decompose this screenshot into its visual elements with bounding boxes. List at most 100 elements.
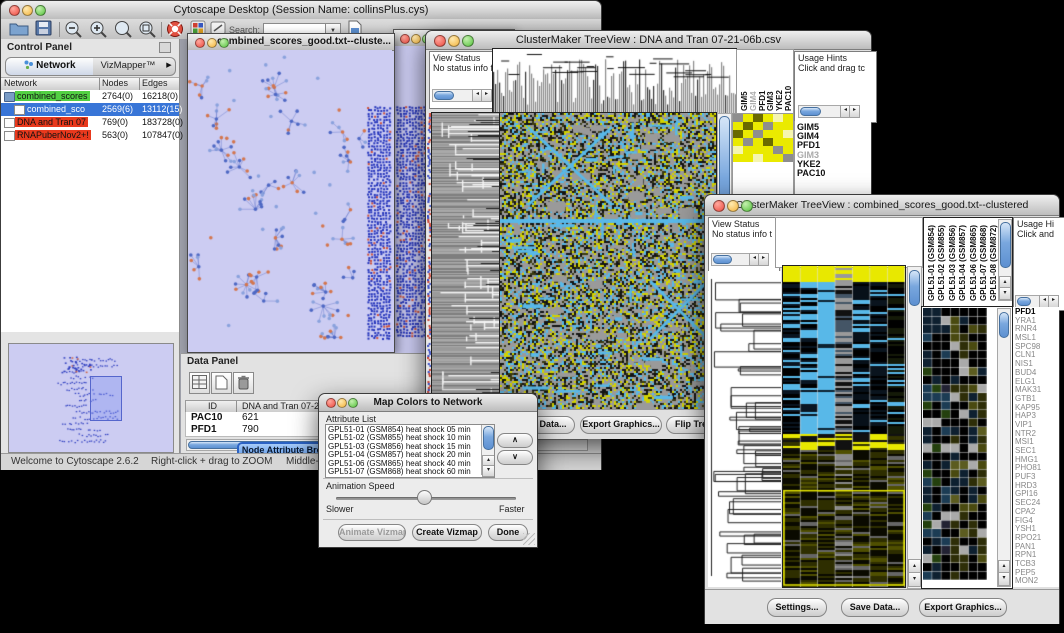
zoom-fit-icon[interactable]	[114, 20, 136, 39]
column-label[interactable]: GIM5	[741, 55, 750, 111]
list-vertical-scrollbar[interactable]: ▴ ▾	[481, 425, 494, 475]
column-label[interactable]: GPL51-08 (GSM872)	[989, 217, 999, 301]
column-dendrogram[interactable]	[493, 49, 736, 113]
correlation-cell[interactable]	[763, 130, 773, 138]
scroll-right-button[interactable]: ▸	[758, 253, 769, 266]
column-label[interactable]: GPL51-03 (GSM856)	[948, 217, 958, 301]
global-heatmap[interactable]	[500, 113, 716, 409]
view-status-scrollbar[interactable]	[711, 253, 751, 266]
correlation-cell[interactable]	[753, 114, 763, 122]
correlation-cell[interactable]	[753, 122, 763, 130]
column-label[interactable]: GPL51-06 (GSM865)	[969, 217, 979, 301]
correlation-cell[interactable]	[743, 122, 753, 130]
correlation-cell[interactable]	[783, 138, 793, 146]
correlation-cell[interactable]	[733, 146, 743, 154]
float-panel-icon[interactable]	[159, 42, 171, 53]
settings-button[interactable]: Settings...	[767, 598, 827, 617]
help-icon[interactable]	[166, 20, 188, 39]
correlation-cell[interactable]	[733, 130, 743, 138]
column-header[interactable]: Network	[4, 78, 37, 88]
correlation-cell[interactable]	[733, 154, 743, 162]
correlation-cell[interactable]	[763, 122, 773, 130]
column-header[interactable]: Edges	[142, 78, 168, 88]
save-session-button[interactable]	[35, 20, 57, 39]
gene-label[interactable]: PAC10	[797, 169, 871, 178]
scrollbar-thumb[interactable]	[434, 91, 454, 100]
column-label[interactable]: GPL51-02 (GSM855)	[937, 217, 947, 301]
heatmap-vertical-scrollbar[interactable]: ▴ ▾	[907, 266, 922, 589]
correlation-cell[interactable]	[773, 114, 783, 122]
zoom-window-button[interactable]	[741, 200, 753, 212]
correlation-cell[interactable]	[763, 114, 773, 122]
correlation-cell[interactable]	[783, 114, 793, 122]
id-column-header[interactable]: ID	[208, 401, 217, 411]
correlation-cell[interactable]	[763, 138, 773, 146]
zoom-selected-icon[interactable]	[138, 20, 160, 39]
correlation-cell[interactable]	[733, 122, 743, 130]
scrollbar-thumb[interactable]	[483, 426, 494, 450]
zoom-window-button[interactable]	[348, 398, 358, 408]
correlation-cell[interactable]	[733, 114, 743, 122]
export-graphics-button[interactable]: Export Graphics...	[580, 416, 662, 434]
correlation-cell[interactable]	[783, 146, 793, 154]
correlation-cell[interactable]	[743, 130, 753, 138]
new-attribute-button[interactable]	[211, 372, 232, 394]
correlation-cell[interactable]	[783, 122, 793, 130]
scroll-down-button[interactable]: ▾	[998, 572, 1010, 586]
correlation-cell[interactable]	[773, 138, 783, 146]
correlation-cell[interactable]	[733, 138, 743, 146]
tab-vizmapper[interactable]: VizMapper™	[93, 57, 164, 76]
zoom-window-button[interactable]	[462, 35, 474, 47]
gene-label[interactable]: MON2	[1015, 577, 1059, 586]
network-list-row[interactable]: RNAPuberNov2+!563(0)107847(0)	[1, 129, 179, 142]
correlation-cell[interactable]	[753, 146, 763, 154]
column-label[interactable]: GPL51-04 (GSM857)	[958, 217, 968, 301]
table-view-button[interactable]	[189, 372, 210, 394]
correlation-cell[interactable]	[763, 146, 773, 154]
minimize-button[interactable]	[337, 398, 347, 408]
global-heatmap[interactable]	[783, 266, 905, 587]
minimize-button[interactable]	[448, 35, 460, 47]
scrollbar-thumb[interactable]	[909, 270, 920, 306]
scrollbar-thumb[interactable]	[999, 312, 1009, 338]
tab-network[interactable]: Network	[5, 57, 95, 76]
column-label[interactable]: GPL51-07 (GSM868)	[979, 217, 989, 301]
correlation-cell[interactable]	[763, 154, 773, 162]
correlation-cell[interactable]	[753, 154, 763, 162]
animate-vizmap-button[interactable]: Animate Vizmap	[338, 524, 406, 541]
correlation-cell[interactable]	[753, 130, 763, 138]
view-status-scrollbar[interactable]	[432, 89, 474, 102]
close-button[interactable]	[713, 200, 725, 212]
tab-overflow-button[interactable]: ▶	[163, 57, 176, 76]
scrollbar-thumb[interactable]	[1017, 297, 1031, 306]
close-button[interactable]	[400, 34, 410, 44]
attribute-list-item[interactable]: GPL51-07 (GSM868) heat shock 60 min	[328, 468, 481, 476]
column-label[interactable]: GPL51-01 (GSM854)	[927, 217, 937, 301]
correlation-cell[interactable]	[743, 154, 753, 162]
scroll-down-button[interactable]: ▾	[999, 287, 1011, 300]
create-vizmap-button[interactable]: Create Vizmap	[412, 524, 482, 541]
network-list-row[interactable]: combined_sco2569(6)13112(15)	[1, 103, 179, 116]
zoom-out-icon[interactable]	[64, 20, 86, 39]
zoom-heatmap[interactable]	[923, 308, 987, 580]
zoom-window-button[interactable]	[219, 38, 229, 48]
correlation-cell[interactable]	[773, 130, 783, 138]
scroll-right-button[interactable]: ▸	[849, 105, 860, 118]
scrollbar-thumb[interactable]	[713, 255, 732, 264]
correlation-cell[interactable]	[773, 146, 783, 154]
network-list-row[interactable]: combined_scores2764(0)16218(0)	[1, 90, 179, 103]
minimize-button[interactable]	[411, 34, 421, 44]
minimize-button[interactable]	[727, 200, 739, 212]
move-up-button[interactable]: ∧	[497, 433, 533, 448]
row-dendrogram[interactable]	[432, 113, 500, 409]
column-label[interactable]: GIM4	[750, 55, 759, 111]
scrollbar-thumb[interactable]	[1000, 222, 1011, 268]
minimize-button[interactable]	[22, 5, 33, 16]
network-list-row[interactable]: DNA and Tran 07769(0)183728(0)	[1, 116, 179, 129]
scroll-right-button[interactable]: ▸	[481, 89, 492, 102]
correlation-cell[interactable]	[783, 130, 793, 138]
column-dendrogram-area[interactable]	[775, 217, 923, 268]
correlation-cell[interactable]	[753, 138, 763, 146]
attribute-listbox[interactable]: GPL51-01 (GSM854) heat shock 05 minGPL51…	[325, 424, 495, 478]
correlation-cell[interactable]	[773, 122, 783, 130]
